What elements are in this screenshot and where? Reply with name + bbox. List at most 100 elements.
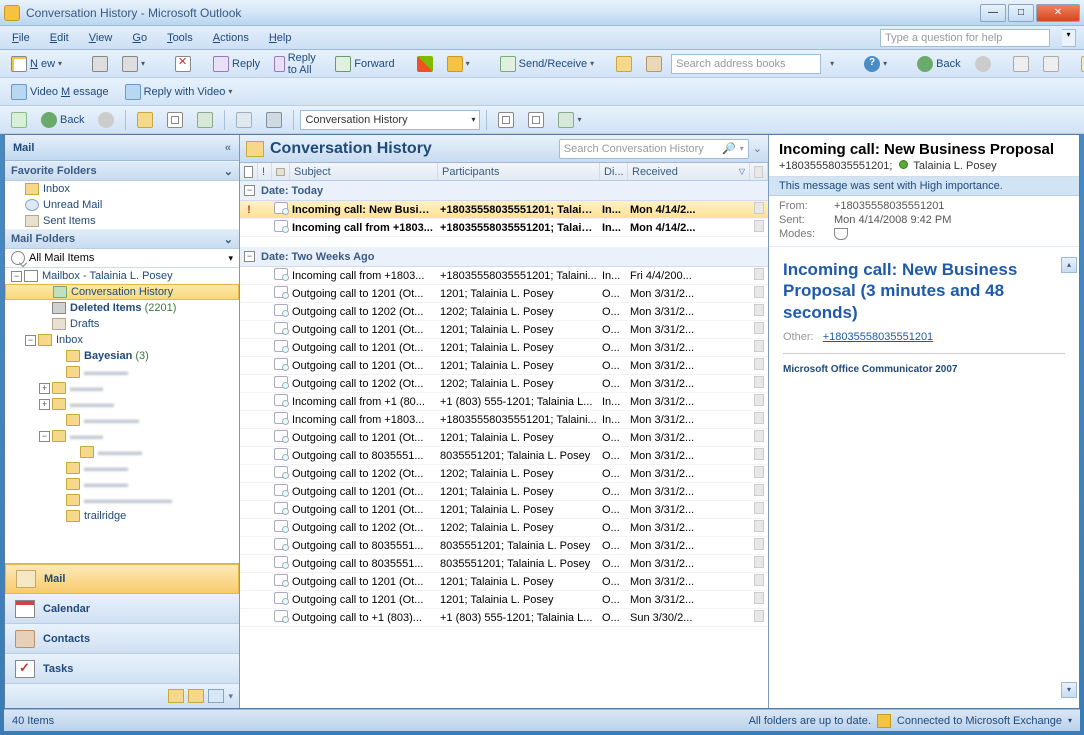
nav-stop-button[interactable]	[1008, 53, 1034, 75]
message-row[interactable]: Incoming call from +1803...+180355580355…	[240, 411, 768, 429]
folder-inbox[interactable]: −Inbox	[5, 332, 239, 348]
folder-blur-4[interactable]: ▬▬▬▬▬	[5, 412, 239, 428]
disk-button[interactable]	[261, 109, 287, 131]
category-flag[interactable]	[754, 430, 764, 442]
folder-blur-6[interactable]: ▬▬▬▬	[5, 444, 239, 460]
col-icon[interactable]	[272, 163, 290, 180]
message-row[interactable]: Outgoing call to 1202 (Ot...1202; Talain…	[240, 303, 768, 321]
other-link[interactable]: +18035558035551201	[823, 331, 933, 343]
tree-toggle[interactable]: −	[25, 335, 36, 346]
date-group[interactable]: −Date: Two Weeks Ago	[240, 247, 768, 267]
reply-button[interactable]: Reply	[208, 53, 265, 75]
help-search-dropdown[interactable]: ▾	[1062, 29, 1076, 47]
status-connection[interactable]: Connected to Microsoft Exchange	[897, 715, 1062, 727]
undo-button[interactable]	[231, 109, 257, 131]
menu-actions[interactable]: Actions	[209, 30, 253, 46]
folder-blur-9[interactable]: ▬▬▬▬▬▬▬▬	[5, 492, 239, 508]
message-row[interactable]: Outgoing call to 1201 (Ot...1201; Talain…	[240, 429, 768, 447]
reply-video-button[interactable]: Reply with Video▾	[120, 81, 246, 103]
flag-button[interactable]: ▾	[442, 53, 483, 75]
reading-pane-button[interactable]	[162, 109, 188, 131]
col-reminder[interactable]: !	[258, 163, 272, 180]
scroll-down-button[interactable]: ▾	[1061, 682, 1077, 698]
home-button[interactable]	[1076, 53, 1084, 75]
tree-toggle[interactable]: −	[11, 271, 22, 282]
minimize-button[interactable]: —	[980, 4, 1006, 22]
nav-contacts-button[interactable]: Contacts	[5, 624, 239, 654]
category-flag[interactable]	[754, 358, 764, 370]
folder-deleted-items[interactable]: Deleted Items (2201)	[5, 300, 239, 316]
col-subject[interactable]: Subject	[290, 163, 438, 180]
close-button[interactable]: ✕	[1036, 4, 1080, 22]
address-search-input[interactable]: Search address books	[671, 54, 821, 74]
ms-button[interactable]	[412, 53, 438, 75]
category-flag[interactable]	[754, 412, 764, 424]
category-flag[interactable]	[754, 322, 764, 334]
message-row[interactable]: Outgoing call to 1201 (Ot...1201; Talain…	[240, 483, 768, 501]
menu-tools[interactable]: Tools	[163, 30, 197, 46]
view-list-button[interactable]	[523, 109, 549, 131]
find-button[interactable]	[192, 109, 218, 131]
back2-button[interactable]: Back	[36, 109, 89, 131]
category-flag[interactable]	[754, 220, 764, 232]
categorize-button[interactable]	[611, 53, 637, 75]
category-flag[interactable]	[754, 556, 764, 568]
menu-go[interactable]: Go	[128, 30, 151, 46]
message-row[interactable]: Outgoing call to 8035551...8035551201; T…	[240, 537, 768, 555]
category-flag[interactable]	[754, 610, 764, 622]
fav-inbox[interactable]: Inbox	[5, 181, 239, 197]
search-icon[interactable]: 🔎	[722, 142, 736, 155]
folder-mailbox[interactable]: −Mailbox - Talainia L. Posey	[5, 268, 239, 284]
col-importance[interactable]	[240, 163, 258, 180]
message-row[interactable]: Incoming call from +1803...+180355580355…	[240, 219, 768, 237]
reply-all-button[interactable]: Reply to All	[269, 49, 326, 79]
tree-toggle[interactable]: −	[39, 431, 50, 442]
category-flag[interactable]	[754, 484, 764, 496]
category-flag[interactable]	[754, 376, 764, 388]
menu-edit[interactable]: Edit	[46, 30, 73, 46]
folder-blur-3[interactable]: +▬▬▬▬	[5, 396, 239, 412]
category-flag[interactable]	[754, 592, 764, 604]
col-category[interactable]	[750, 163, 768, 180]
message-list[interactable]: −Date: Today!Incoming call: New Busine..…	[240, 181, 768, 708]
nav-config-button[interactable]: ▾	[228, 691, 233, 702]
folder-blur-2[interactable]: +▬▬▬	[5, 380, 239, 396]
folder-blur-5[interactable]: −▬▬▬	[5, 428, 239, 444]
folder-drafts[interactable]: Drafts	[5, 316, 239, 332]
category-flag[interactable]	[754, 538, 764, 550]
all-mail-items[interactable]: All Mail Items ▾	[5, 249, 239, 268]
message-row[interactable]: Outgoing call to 1202 (Ot...1202; Talain…	[240, 465, 768, 483]
maximize-button[interactable]: □	[1008, 4, 1034, 22]
nav-refresh-button[interactable]	[1038, 53, 1064, 75]
help-search-input[interactable]: Type a question for help	[880, 29, 1050, 47]
message-row[interactable]: Outgoing call to 8035551...8035551201; T…	[240, 447, 768, 465]
message-row[interactable]: Outgoing call to 1201 (Ot...1201; Talain…	[240, 501, 768, 519]
fav-unread[interactable]: Unread Mail	[5, 197, 239, 213]
message-row[interactable]: Outgoing call to 1202 (Ot...1202; Talain…	[240, 375, 768, 393]
menu-view[interactable]: View	[85, 30, 117, 46]
folder-conversation-history[interactable]: Conversation History	[5, 284, 239, 300]
category-flag[interactable]	[754, 340, 764, 352]
message-row[interactable]: !Incoming call: New Busine...+1803555803…	[240, 201, 768, 219]
message-row[interactable]: Incoming call from +1803...+180355580355…	[240, 267, 768, 285]
message-row[interactable]: Outgoing call to 1201 (Ot...1201; Talain…	[240, 285, 768, 303]
category-flag[interactable]	[754, 304, 764, 316]
folder-blur-1[interactable]: ▬▬▬▬	[5, 364, 239, 380]
nav-calendar-button[interactable]: Calendar	[5, 594, 239, 624]
category-flag[interactable]	[754, 466, 764, 478]
view-custom-button[interactable]: ▾	[553, 109, 594, 131]
col-direction[interactable]: Di...	[600, 163, 628, 180]
group-toggle[interactable]: −	[244, 185, 255, 196]
connection-dropdown[interactable]: ▾	[1068, 716, 1072, 725]
search-dropdown[interactable]: ▾	[740, 144, 744, 153]
back-button[interactable]: Back	[912, 53, 965, 75]
folder-blur-8[interactable]: ▬▬▬▬	[5, 476, 239, 492]
menu-help[interactable]: Help	[265, 30, 296, 46]
tree-toggle[interactable]: +	[39, 383, 50, 394]
folder-blur-7[interactable]: ▬▬▬▬	[5, 460, 239, 476]
nav-forward-button[interactable]	[970, 53, 996, 75]
notes-icon[interactable]	[168, 689, 184, 703]
addressbook-button[interactable]	[641, 53, 667, 75]
mailfolders-collapse-button[interactable]: ⌄	[224, 233, 233, 246]
address-search-dropdown[interactable]: ▾	[825, 56, 847, 71]
